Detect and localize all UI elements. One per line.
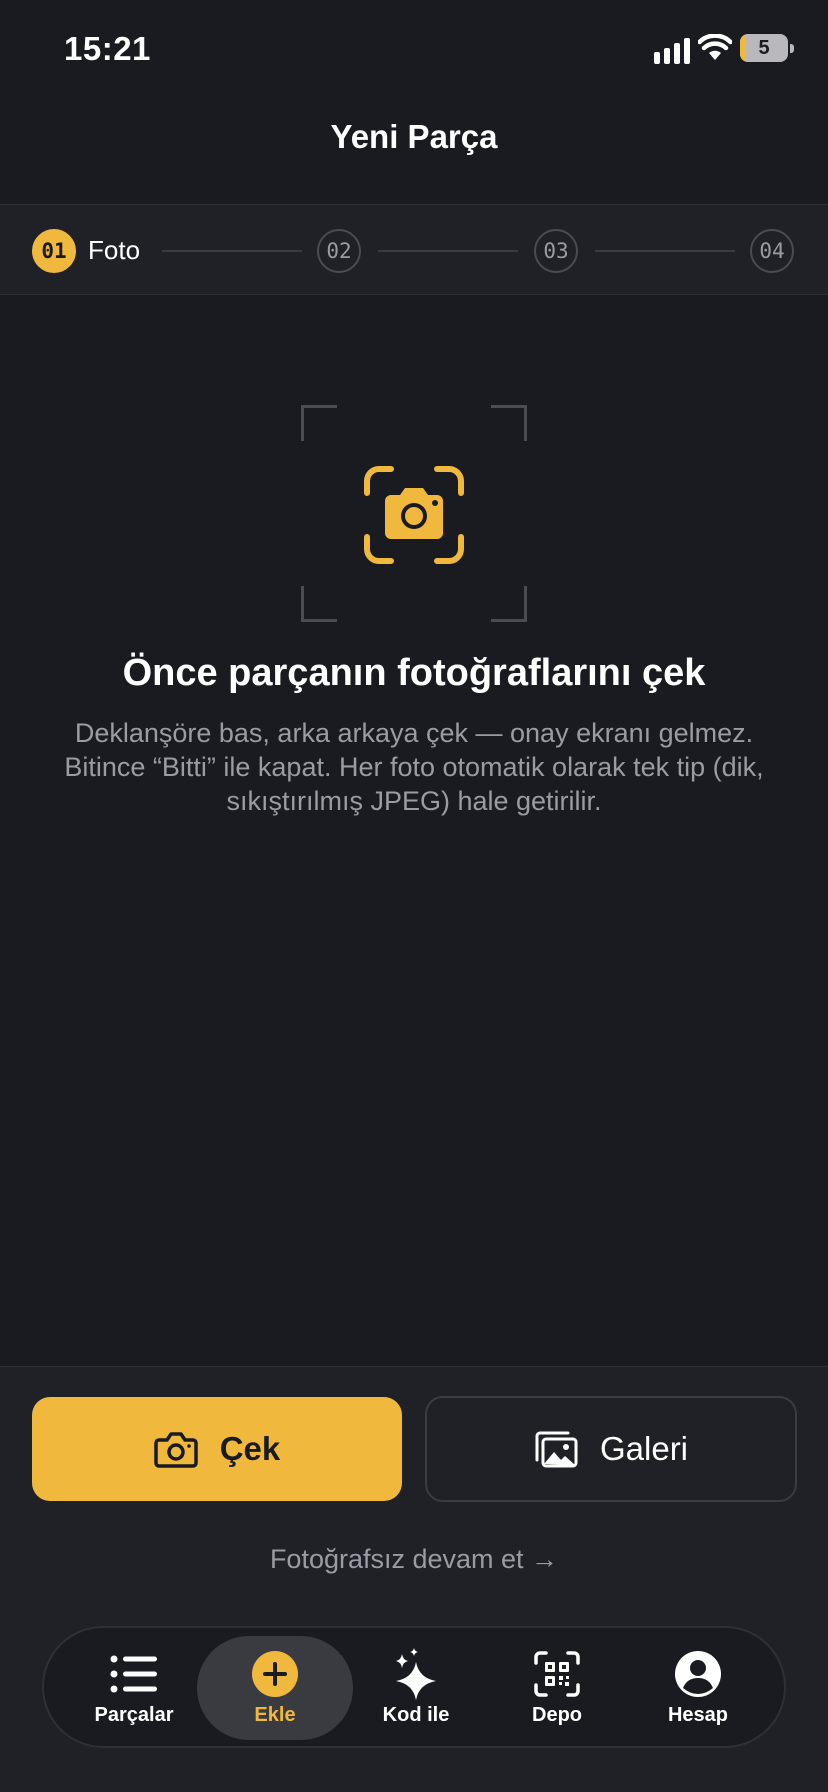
qr-scan-icon	[534, 1651, 580, 1697]
tab-add[interactable]: Ekle	[197, 1636, 353, 1740]
account-icon	[675, 1651, 721, 1697]
stepper: 01 Foto 02 03 04	[0, 204, 828, 295]
tab-by-code[interactable]: Kod ile	[338, 1636, 494, 1740]
battery-icon: 5	[740, 34, 788, 62]
tab-by-code-label: Kod ile	[382, 1704, 450, 1726]
tab-storage-label: Depo	[532, 1704, 582, 1726]
step-connector	[162, 250, 302, 252]
frame-corner	[301, 586, 337, 622]
wifi-icon	[698, 34, 732, 60]
status-bar: 15:21 5	[0, 0, 828, 100]
camera-scan-icon	[364, 466, 464, 564]
camera-icon	[153, 1432, 198, 1468]
status-time: 15:21	[64, 30, 151, 67]
frame-corner	[491, 405, 527, 441]
step-1-label: Foto	[88, 235, 141, 265]
tab-add-label: Ekle	[254, 1704, 296, 1726]
tab-bar: Parçalar Ekle Kod ile Depo Hesap	[42, 1626, 786, 1748]
tab-parts[interactable]: Parçalar	[56, 1636, 212, 1740]
step-2[interactable]: 02	[317, 229, 361, 273]
tab-storage[interactable]: Depo	[479, 1636, 635, 1740]
step-4[interactable]: 04	[750, 229, 794, 273]
tab-account-label: Hesap	[667, 1704, 729, 1726]
cellular-signal-icon	[654, 38, 690, 64]
tab-parts-label: Parçalar	[94, 1704, 174, 1726]
capture-button[interactable]: Çek	[32, 1397, 402, 1501]
main-title: Önce parçanın fotoğraflarını çek	[122, 652, 706, 694]
sparkles-icon	[396, 1648, 436, 1700]
step-connector	[595, 250, 735, 252]
gallery-button[interactable]: Galeri	[425, 1396, 797, 1502]
capture-button-label: Çek	[219, 1430, 281, 1467]
battery-level: 5	[758, 36, 770, 59]
step-connector	[378, 250, 518, 252]
gallery-icon	[535, 1431, 578, 1468]
viewfinder-frame	[301, 405, 527, 622]
plus-circle-icon	[252, 1651, 298, 1697]
frame-corner	[491, 586, 527, 622]
frame-corner	[301, 405, 337, 441]
gallery-button-label: Galeri	[599, 1430, 689, 1467]
step-1[interactable]: 01	[32, 229, 76, 273]
page-title: Yeni Parça	[330, 118, 498, 155]
tab-account[interactable]: Hesap	[620, 1636, 776, 1740]
main-description: Deklanşöre bas, arka arkaya çek — onay e…	[64, 718, 764, 816]
step-3[interactable]: 03	[534, 229, 578, 273]
list-icon	[110, 1655, 157, 1693]
skip-photos-link[interactable]: Fotoğrafsız devam et →	[0, 1544, 828, 1575]
battery-cap	[790, 44, 794, 53]
new-part-screen: 15:21 5 Yeni Parça 01 Foto 02 03 04 Önce…	[0, 0, 828, 1792]
